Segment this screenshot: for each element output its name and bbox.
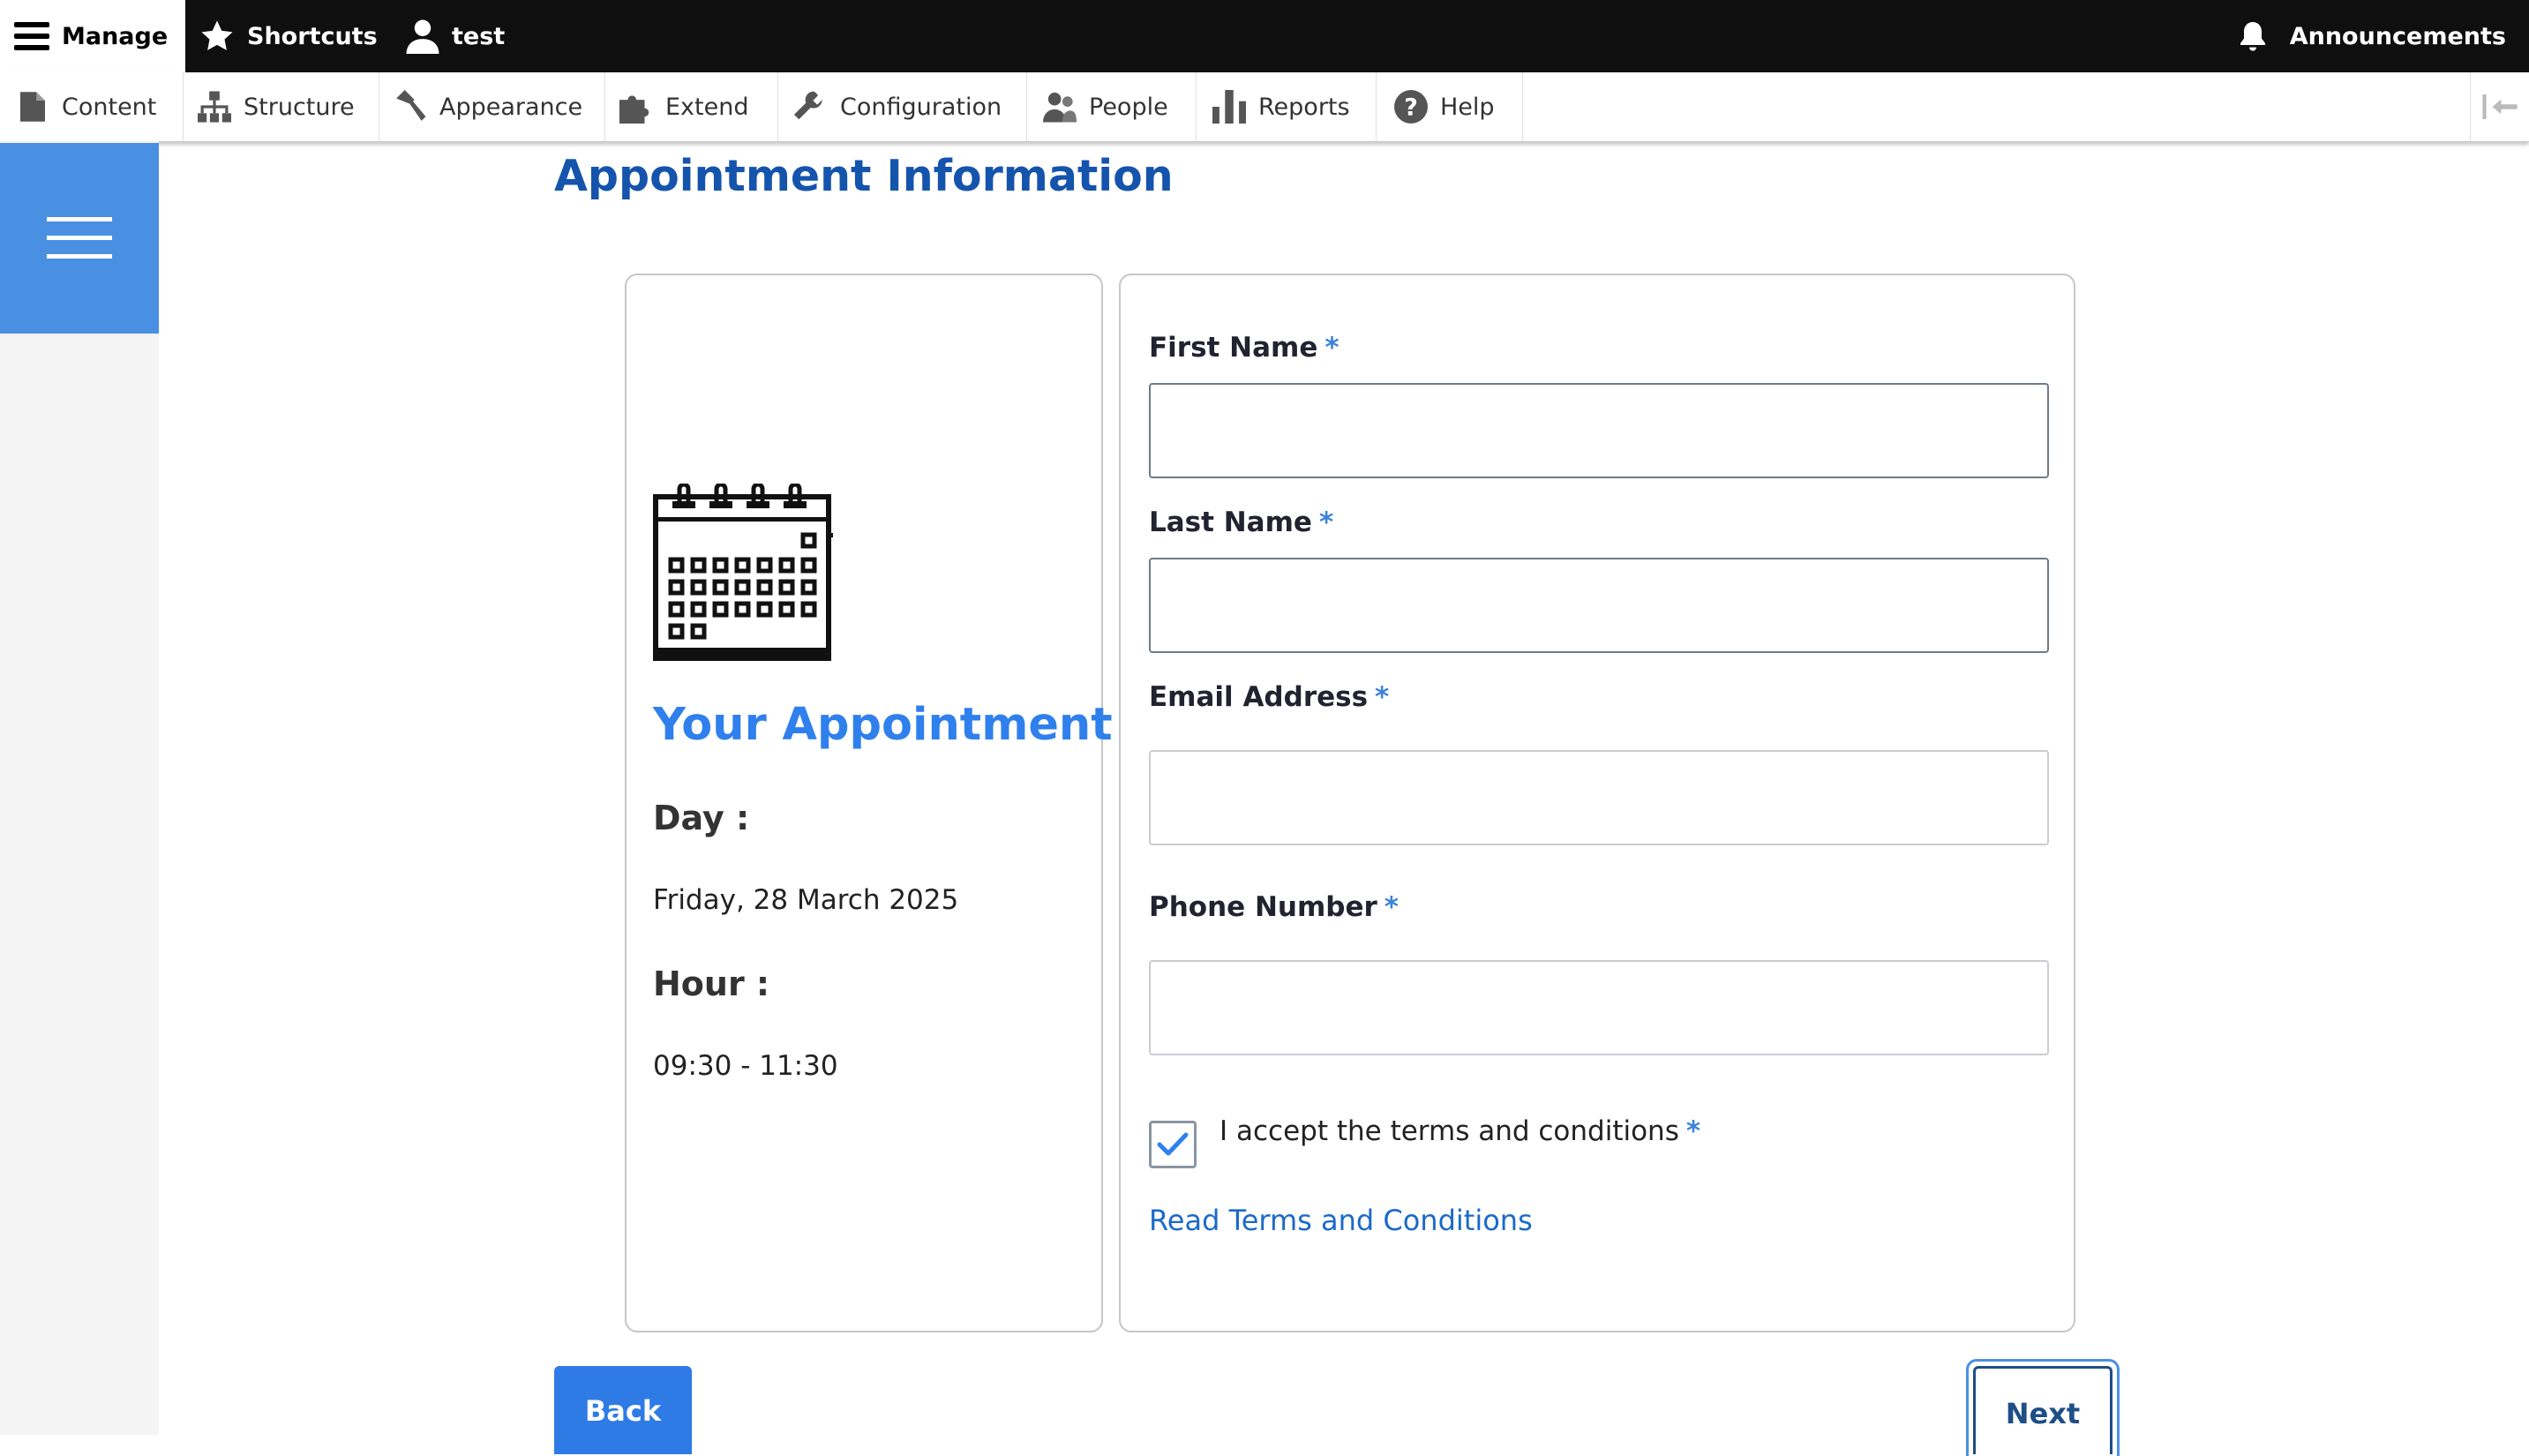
required-marker: * (1685, 1115, 1701, 1147)
user-label: test (452, 22, 506, 50)
menu-item-extend[interactable]: Extend (605, 72, 778, 141)
menu-item-label: Extend (665, 93, 749, 121)
manage-label: Manage (62, 22, 169, 50)
svg-text:?: ? (1404, 94, 1418, 122)
menu-item-help[interactable]: ? Help (1377, 72, 1523, 141)
menu-item-label: Appearance (439, 93, 583, 121)
required-marker: * (1375, 681, 1390, 713)
hierarchy-icon (198, 90, 231, 124)
menu-item-reports[interactable]: Reports (1197, 72, 1377, 141)
people-icon (1043, 90, 1077, 124)
user-tab[interactable]: test (406, 0, 505, 72)
menu-item-people[interactable]: People (1027, 72, 1197, 141)
menu-item-content[interactable]: Content (0, 72, 184, 141)
back-button[interactable]: Back (554, 1366, 692, 1454)
paint-brush-icon (394, 90, 427, 124)
question-icon: ? (1394, 90, 1428, 124)
day-label: Day : (653, 799, 750, 837)
hour-value: 09:30 - 11:30 (653, 1050, 838, 1082)
shortcuts-tab[interactable]: Shortcuts (199, 0, 378, 72)
menu-item-label: Configuration (840, 93, 1002, 121)
admin-menu-tray: Content Structure Appearance Extend Conf… (0, 72, 2529, 142)
menu-icon (14, 22, 49, 50)
phone-input[interactable] (1149, 960, 2049, 1055)
terms-label: I accept the terms and conditions * (1219, 1115, 1700, 1147)
calendar-icon (653, 484, 833, 661)
appointment-heading: Your Appointment (653, 699, 1113, 751)
wrench-icon (794, 90, 828, 124)
announcements-tab[interactable]: Announcements (2239, 0, 2506, 72)
required-marker: * (1318, 507, 1334, 538)
bar-chart-icon (1212, 90, 1246, 124)
next-button[interactable]: Next (1973, 1366, 2113, 1454)
email-input[interactable] (1149, 750, 2049, 845)
shortcuts-label: Shortcuts (247, 22, 378, 50)
side-panel (0, 141, 159, 1435)
menu-item-label: Help (1440, 93, 1495, 121)
menu-item-label: People (1089, 93, 1168, 121)
collapse-arrow-icon (2482, 94, 2518, 119)
first-name-label-text: First Name (1149, 332, 1318, 364)
star-icon (201, 20, 233, 50)
menu-item-configuration[interactable]: Configuration (778, 72, 1027, 141)
menu-item-label: Structure (244, 93, 355, 121)
phone-label-text: Phone Number (1149, 891, 1377, 923)
menu-item-structure[interactable]: Structure (184, 72, 379, 141)
page-title: Appointment Information (554, 151, 1174, 201)
user-icon (406, 19, 439, 54)
manage-tab[interactable]: Manage (0, 0, 185, 72)
menu-item-appearance[interactable]: Appearance (379, 72, 605, 141)
first-name-input[interactable] (1149, 383, 2049, 478)
hour-label: Hour : (653, 964, 770, 1003)
announcements-label: Announcements (2289, 22, 2506, 50)
required-marker: * (1325, 332, 1340, 364)
contact-form-card: First Name * Last Name * Email Address * Ph… (1119, 274, 2075, 1332)
menu-item-label: Reports (1258, 93, 1350, 121)
puzzle-icon (619, 90, 653, 124)
collapse-tray-button[interactable] (2470, 72, 2529, 141)
required-marker: * (1384, 891, 1400, 923)
checkmark-icon (1157, 1132, 1189, 1156)
last-name-label-text: Last Name (1149, 507, 1312, 538)
admin-toolbar: Manage Shortcuts test Announcements (0, 0, 2529, 72)
terms-label-text: I accept the terms and conditions (1219, 1115, 1679, 1147)
email-label: Email Address * (1149, 681, 1389, 713)
hamburger-menu-button[interactable] (0, 143, 159, 334)
last-name-input[interactable] (1149, 558, 2049, 653)
email-label-text: Email Address (1149, 681, 1369, 713)
first-name-label: First Name * (1149, 332, 1340, 364)
hamburger-icon (47, 217, 112, 259)
day-value: Friday, 28 March 2025 (653, 884, 959, 916)
menu-item-label: Content (62, 93, 157, 121)
document-icon (16, 90, 49, 124)
read-terms-link[interactable]: Read Terms and Conditions (1149, 1204, 1533, 1237)
last-name-label: Last Name * (1149, 507, 1333, 538)
terms-checkbox[interactable] (1149, 1121, 1197, 1168)
phone-label: Phone Number * (1149, 891, 1399, 923)
appointment-summary-card: Your Appointment Day : Friday, 28 March … (625, 274, 1113, 1332)
bell-icon (2240, 22, 2265, 51)
